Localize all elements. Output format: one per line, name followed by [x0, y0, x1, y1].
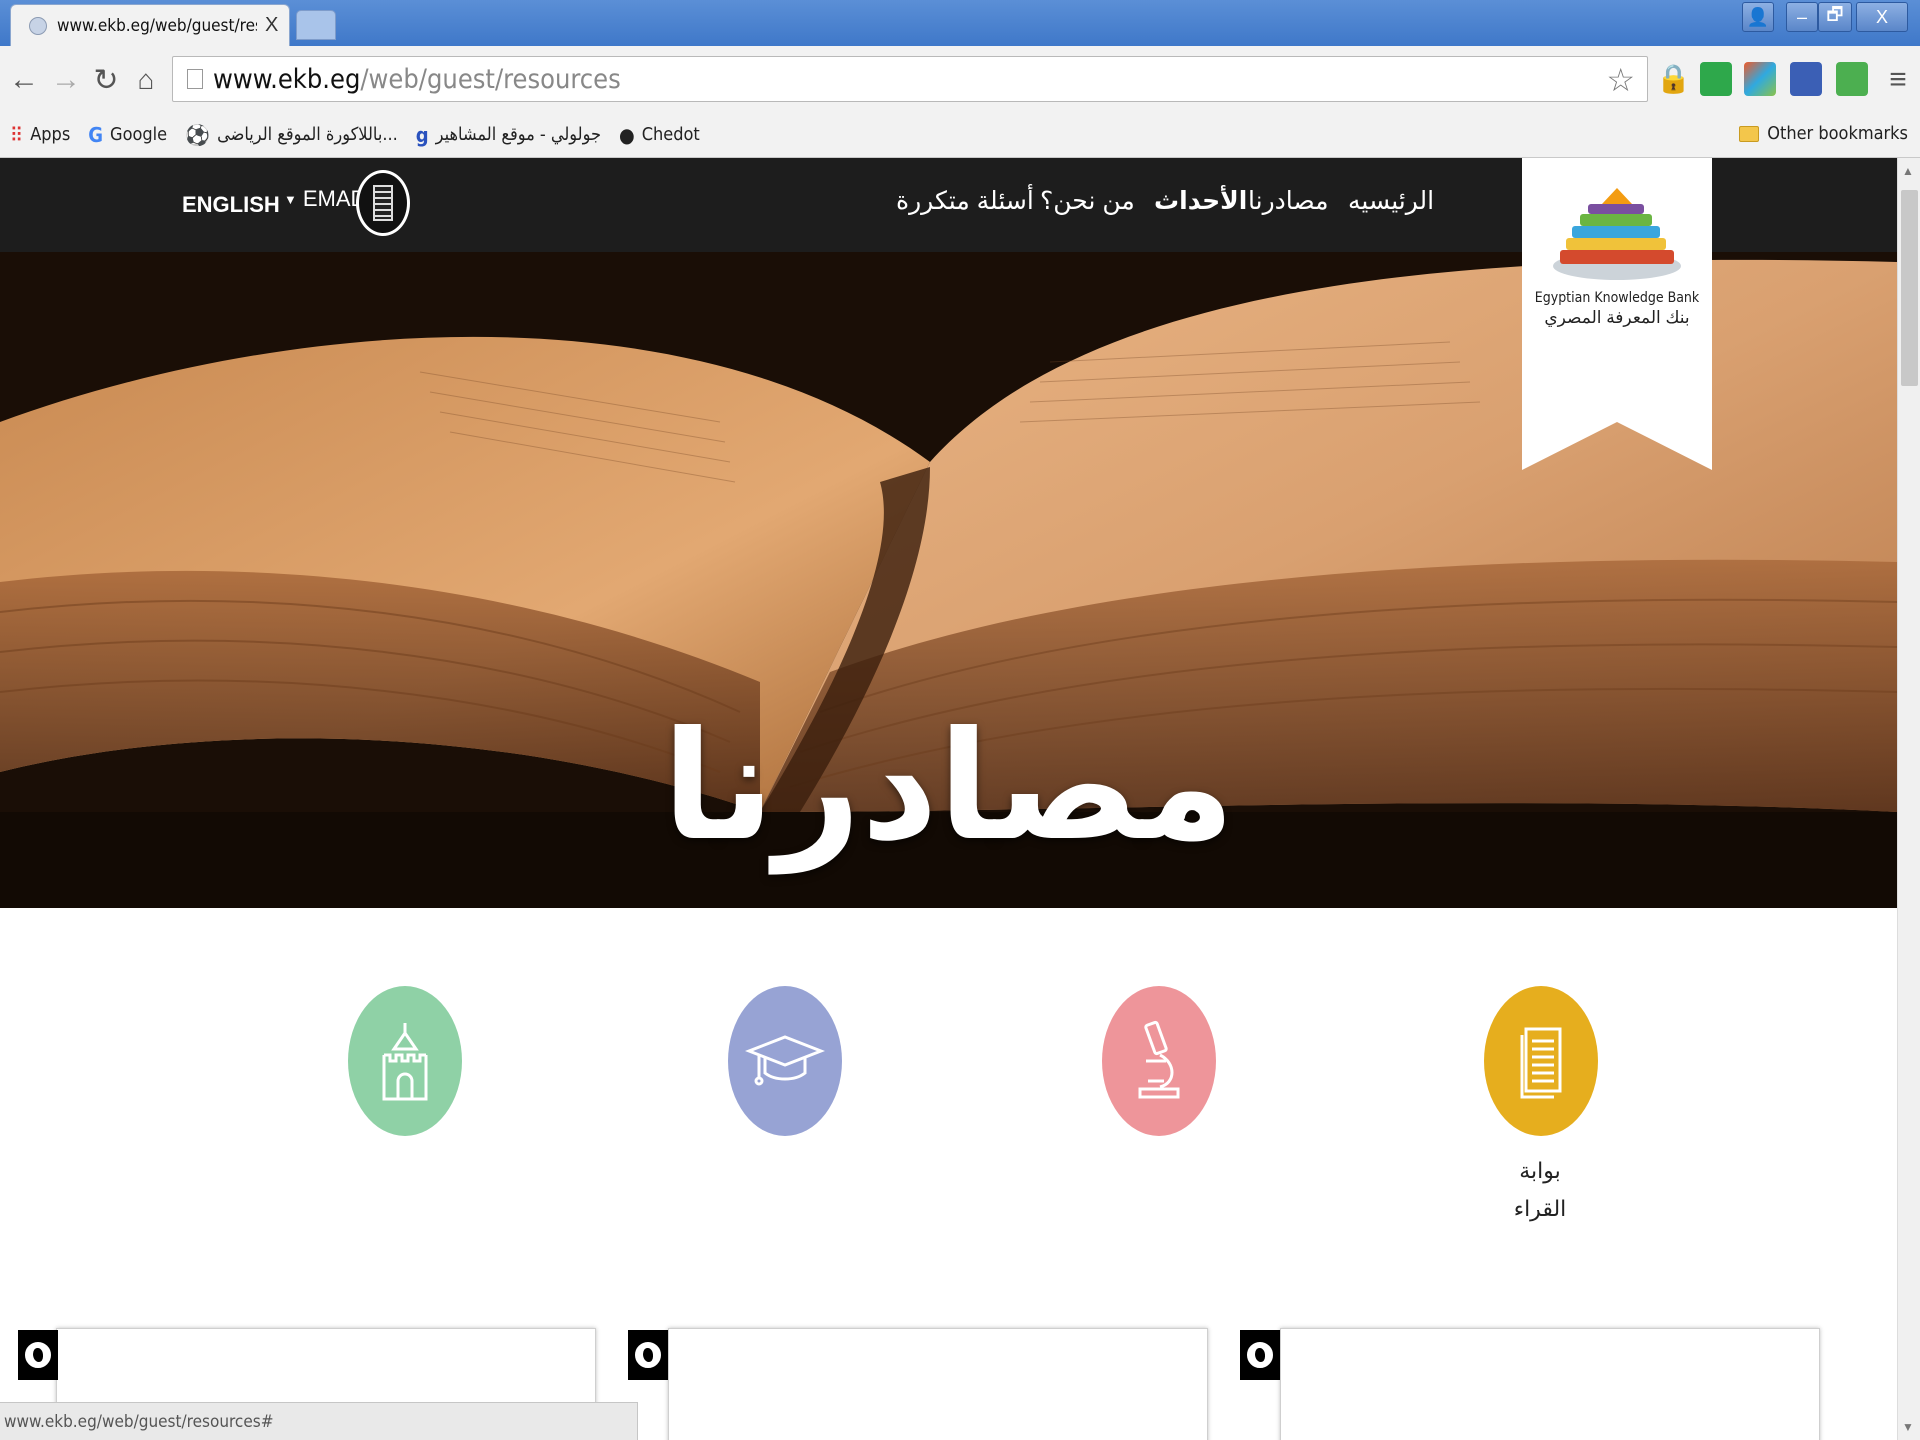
logo-text-arabic: بنك المعرفة المصري [1544, 308, 1690, 327]
resource-label-readers-portal[interactable]: بوابة القراء [1460, 1152, 1620, 1228]
nav-events[interactable]: الأحداث [1154, 186, 1247, 216]
url-host: www.ekb.eg [213, 63, 361, 95]
nav-faq[interactable]: أسئلة متكررة [896, 186, 1034, 216]
castle-icon [382, 1023, 428, 1101]
google-icon: G [88, 122, 104, 147]
folder-icon [1739, 125, 1760, 142]
resource-castle[interactable] [348, 986, 462, 1136]
green-extension-icon[interactable] [1836, 62, 1868, 96]
bookmark-yallakora[interactable]: ⚽ ...باللاكورة الموقع الرياضى [185, 123, 398, 147]
new-tab-button[interactable] [296, 10, 336, 40]
language-toggle[interactable]: ENGLISH [182, 192, 280, 218]
tab-close-icon[interactable]: X [265, 14, 278, 37]
home-icon[interactable]: ⌂ [128, 62, 164, 98]
tab-title: www.ekb.eg/web/guest/reso [57, 15, 257, 36]
goloooly-icon: g [415, 122, 429, 147]
scroll-thumb[interactable] [1901, 190, 1918, 386]
reload-icon[interactable]: ↻ [88, 62, 124, 98]
page-viewport: مصادرنا ENGLISH ▼ EMAD أسئلة متكررة من ن… [0, 158, 1897, 1440]
page-icon [187, 69, 203, 89]
resource-education[interactable] [728, 986, 842, 1136]
restore-button[interactable]: 🗗 [1818, 2, 1852, 32]
ekb-logo[interactable]: Egyptian Knowledge Bank بنك المعرفة المص… [1522, 158, 1712, 476]
globe-icon [628, 1330, 668, 1380]
download-extension-icon[interactable] [1700, 62, 1732, 96]
close-window-button[interactable]: X [1856, 2, 1908, 32]
logo-text-english: Egyptian Knowledge Bank [1534, 290, 1700, 306]
user-avatar[interactable] [356, 170, 410, 236]
browser-tab[interactable]: www.ekb.eg/web/guest/reso X [10, 4, 290, 46]
hero-title: مصادرنا [662, 700, 1235, 874]
profile-icon[interactable]: 👤 [1742, 2, 1774, 32]
like-extension-icon[interactable] [1790, 62, 1822, 96]
bookmark-star-icon[interactable]: ☆ [1606, 61, 1635, 99]
url-path: /web/guest/resources [360, 63, 621, 95]
apps-grid-icon: ⠿ [10, 122, 24, 147]
scroll-up-arrow-icon[interactable]: ▲ [1902, 164, 1914, 178]
colorful-extension-icon[interactable] [1744, 62, 1776, 96]
bookmarks-bar: ⠿ Apps G Google ⚽ ...باللاكورة الموقع ال… [0, 112, 1920, 158]
back-arrow-icon[interactable]: ← [6, 62, 42, 98]
resource-readers-portal[interactable] [1484, 986, 1598, 1136]
graduation-cap-icon [745, 1035, 825, 1086]
other-bookmarks[interactable]: Other bookmarks [1739, 123, 1908, 144]
forward-arrow-icon[interactable]: → [48, 62, 84, 98]
bookmark-goloooly[interactable]: g جولولي - موقع المشاهير [416, 123, 601, 147]
microscope-icon [1138, 1020, 1180, 1099]
globe-icon [1240, 1330, 1280, 1380]
menu-icon[interactable]: ≡ [1880, 62, 1916, 98]
resource-card[interactable] [668, 1328, 1208, 1440]
user-menu[interactable]: ▼ EMAD [284, 186, 366, 212]
nav-resources[interactable]: مصادرنا [1248, 186, 1328, 216]
status-bar-url: www.ekb.eg/web/guest/resources# [0, 1402, 638, 1440]
page-scrollbar[interactable]: ▲ ▼ [1897, 158, 1920, 1440]
chedot-icon: ● [618, 122, 635, 147]
lock-extension-icon[interactable]: 🔒 [1656, 62, 1691, 96]
bookmark-apps[interactable]: ⠿ Apps [10, 123, 70, 147]
address-bar[interactable]: www.ekb.eg /web/guest/resources ☆ [172, 56, 1648, 102]
resource-science[interactable] [1102, 986, 1216, 1136]
globe-icon [18, 1330, 58, 1380]
caret-down-icon: ▼ [284, 191, 297, 207]
site-favicon-icon [29, 16, 47, 35]
football-icon: ⚽ [185, 122, 211, 147]
nav-home[interactable]: الرئيسيه [1348, 186, 1434, 216]
bookmark-chedot[interactable]: ● Chedot [619, 123, 700, 147]
document-icon [373, 185, 393, 221]
documents-icon [1520, 1027, 1562, 1099]
nav-about[interactable]: من نحن؟ [1040, 186, 1135, 216]
minimize-button[interactable]: – [1786, 2, 1818, 32]
resource-card[interactable] [1280, 1328, 1820, 1440]
scroll-down-arrow-icon[interactable]: ▼ [1902, 1420, 1914, 1434]
bookmark-google[interactable]: G Google [88, 123, 167, 147]
